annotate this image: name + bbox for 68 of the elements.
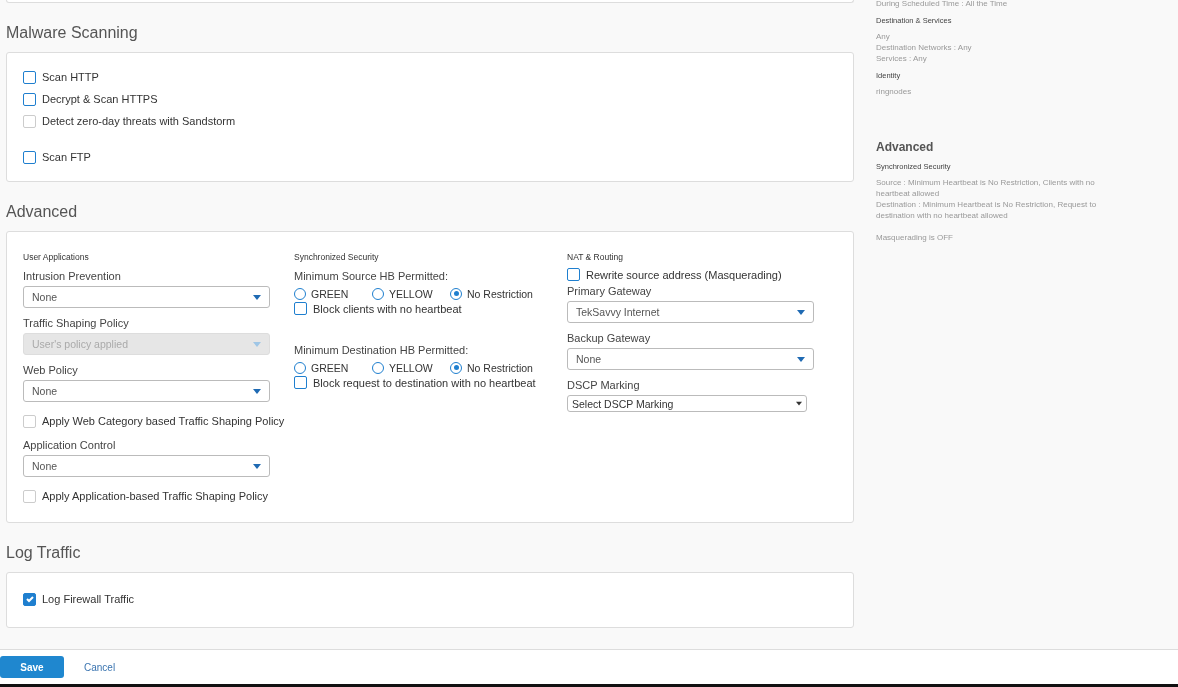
radio-button[interactable] [294, 287, 306, 300]
checkbox-label: Scan FTP [42, 151, 91, 163]
checkbox[interactable] [23, 70, 36, 84]
summary-text: Source : Minimum Heartbeat is No Restriction, Clients with no heartbeat allowed [876, 177, 1096, 199]
checkbox-label: Detect zero-day threats with Sandstorm [42, 115, 236, 127]
radio-button[interactable] [450, 287, 462, 300]
checkbox[interactable] [23, 92, 36, 106]
checkbox-label: Apply Web Category based Traffic Shaping Policy [42, 415, 285, 427]
field-label: Primary Gateway [567, 285, 653, 297]
radio-label: No Restriction [467, 361, 533, 374]
field-label: Intrusion Prevention [23, 270, 122, 282]
save-button[interactable]: Save [0, 656, 64, 678]
summary-text: Services : Any [876, 53, 928, 64]
checkbox[interactable] [567, 268, 580, 281]
summary-text: ringnodes [876, 86, 913, 97]
radio-label: GREEN [311, 287, 349, 300]
summary-text: Destination : Minimum Heartbeat is No Restriction, Request to destination with no heartbeat allowed [876, 199, 1098, 221]
caret-icon [796, 401, 802, 406]
field-label: DSCP Marking [567, 379, 641, 391]
checkbox-label: Decrypt & Scan HTTPS [42, 93, 158, 105]
radio-label: YELLOW [389, 361, 433, 374]
checkbox[interactable] [23, 150, 36, 164]
summary-text: Advanced [876, 139, 935, 155]
dropdown[interactable]: None [23, 380, 270, 402]
radio-button[interactable] [372, 287, 384, 300]
checkbox-label: Scan HTTP [42, 71, 99, 83]
caret-icon [253, 341, 261, 347]
radio-label: YELLOW [389, 287, 433, 300]
summary-text: During Scheduled Time : All the Time [876, 0, 1009, 9]
group-heading: NAT & Routing [567, 252, 624, 264]
caret-icon [797, 356, 805, 362]
checkbox-label: Block request to destination with no heartbeat [313, 376, 536, 389]
summary-text: Destination Networks : Any [876, 42, 973, 53]
field-label: Minimum Source HB Permitted: [294, 270, 450, 282]
radio-button[interactable] [372, 361, 384, 374]
field-label: Minimum Destination HB Permitted: [294, 344, 470, 356]
caret-icon [797, 309, 805, 315]
checkbox[interactable] [294, 376, 307, 389]
checkbox-label: Block clients with no heartbeat [313, 302, 462, 315]
caret-icon [253, 388, 261, 394]
summary-text: Any [876, 31, 891, 42]
field-label: Backup Gateway [567, 332, 652, 344]
section-title: Advanced [6, 202, 79, 222]
dropdown[interactable]: None [567, 348, 814, 370]
radio-label: No Restriction [467, 287, 533, 300]
radio-label: GREEN [311, 361, 349, 374]
group-heading: User Applications [23, 252, 90, 264]
caret-icon [253, 463, 261, 469]
field-label: Application Control [23, 439, 117, 451]
checkbox[interactable] [23, 592, 36, 606]
group-heading: Synchronized Security [294, 252, 380, 264]
checkbox-label: Apply Application-based Traffic Shaping Policy [42, 490, 269, 502]
section-title: Log Traffic [6, 543, 82, 563]
dropdown[interactable]: Select DSCP Marking [567, 395, 807, 412]
summary-text: Masquerading is OFF [876, 232, 954, 243]
dropdown[interactable]: None [23, 286, 270, 308]
field-label: Traffic Shaping Policy [23, 317, 130, 329]
cancel-link[interactable]: Cancel [84, 661, 116, 673]
section-title: Malware Scanning [6, 23, 139, 43]
caret-icon [253, 294, 261, 300]
radio-button[interactable] [294, 361, 306, 374]
checkbox[interactable] [294, 302, 307, 315]
dropdown[interactable]: None [23, 455, 270, 477]
field-label: Web Policy [23, 364, 79, 376]
checkbox-label: Log Firewall Traffic [42, 593, 135, 605]
dropdown[interactable]: TekSavvy Internet [567, 301, 814, 323]
checkbox-label: Rewrite source address (Masquerading) [586, 268, 782, 281]
radio-button[interactable] [450, 361, 462, 374]
